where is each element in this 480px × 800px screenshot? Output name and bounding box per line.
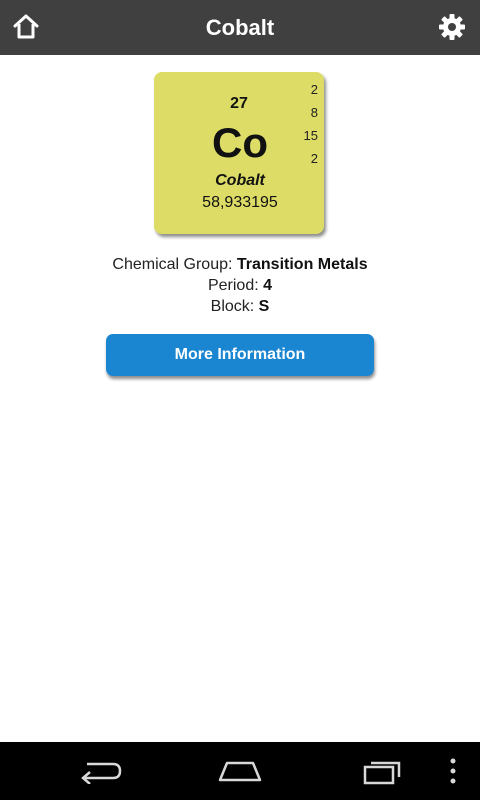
shell-4: 2 <box>310 151 318 166</box>
block-value: S <box>258 298 270 315</box>
atomic-mass: 58,933195 <box>202 194 278 211</box>
shell-1: 2 <box>310 82 318 97</box>
back-icon <box>81 762 122 784</box>
period-value: 4 <box>263 277 273 294</box>
overflow-menu-icon <box>450 758 456 784</box>
action-bar: Cobalt <box>0 0 480 55</box>
period-label: Period: <box>207 277 264 294</box>
settings-button[interactable] <box>430 5 474 49</box>
shell-2: 8 <box>310 105 318 120</box>
element-tile-wrapper: 27 Co Cobalt 58,933195 2 8 15 2 <box>154 72 326 236</box>
chemical-group-label: Chemical Group: <box>112 256 237 273</box>
system-nav-bar <box>0 742 480 800</box>
overflow-menu-button[interactable] <box>426 749 480 793</box>
back-button[interactable] <box>70 749 130 793</box>
block-label: Block: <box>210 298 259 315</box>
home-nav-icon <box>218 761 262 782</box>
recent-apps-button[interactable] <box>352 749 412 793</box>
period-line: Period: 4 <box>0 275 480 296</box>
element-tile: 27 Co Cobalt 58,933195 2 8 15 2 <box>154 72 324 234</box>
app-screen: Cobalt 27 Co Cobalt 58,933195 2 8 15 2 C… <box>0 0 480 800</box>
chemical-group-line: Chemical Group: Transition Metals <box>0 254 480 275</box>
shell-3: 15 <box>303 128 318 143</box>
electron-shells: 2 8 15 2 <box>294 81 318 173</box>
gear-icon <box>439 14 465 40</box>
block-line: Block: S <box>0 296 480 317</box>
recent-apps-icon <box>363 761 401 785</box>
home-nav-button[interactable] <box>210 749 270 793</box>
element-name: Cobalt <box>215 172 265 189</box>
element-info: Chemical Group: Transition Metals Period… <box>0 254 480 317</box>
page-title: Cobalt <box>205 15 275 40</box>
more-information-button[interactable]: More Information <box>106 334 374 376</box>
chemical-group-value: Transition Metals <box>236 256 368 273</box>
